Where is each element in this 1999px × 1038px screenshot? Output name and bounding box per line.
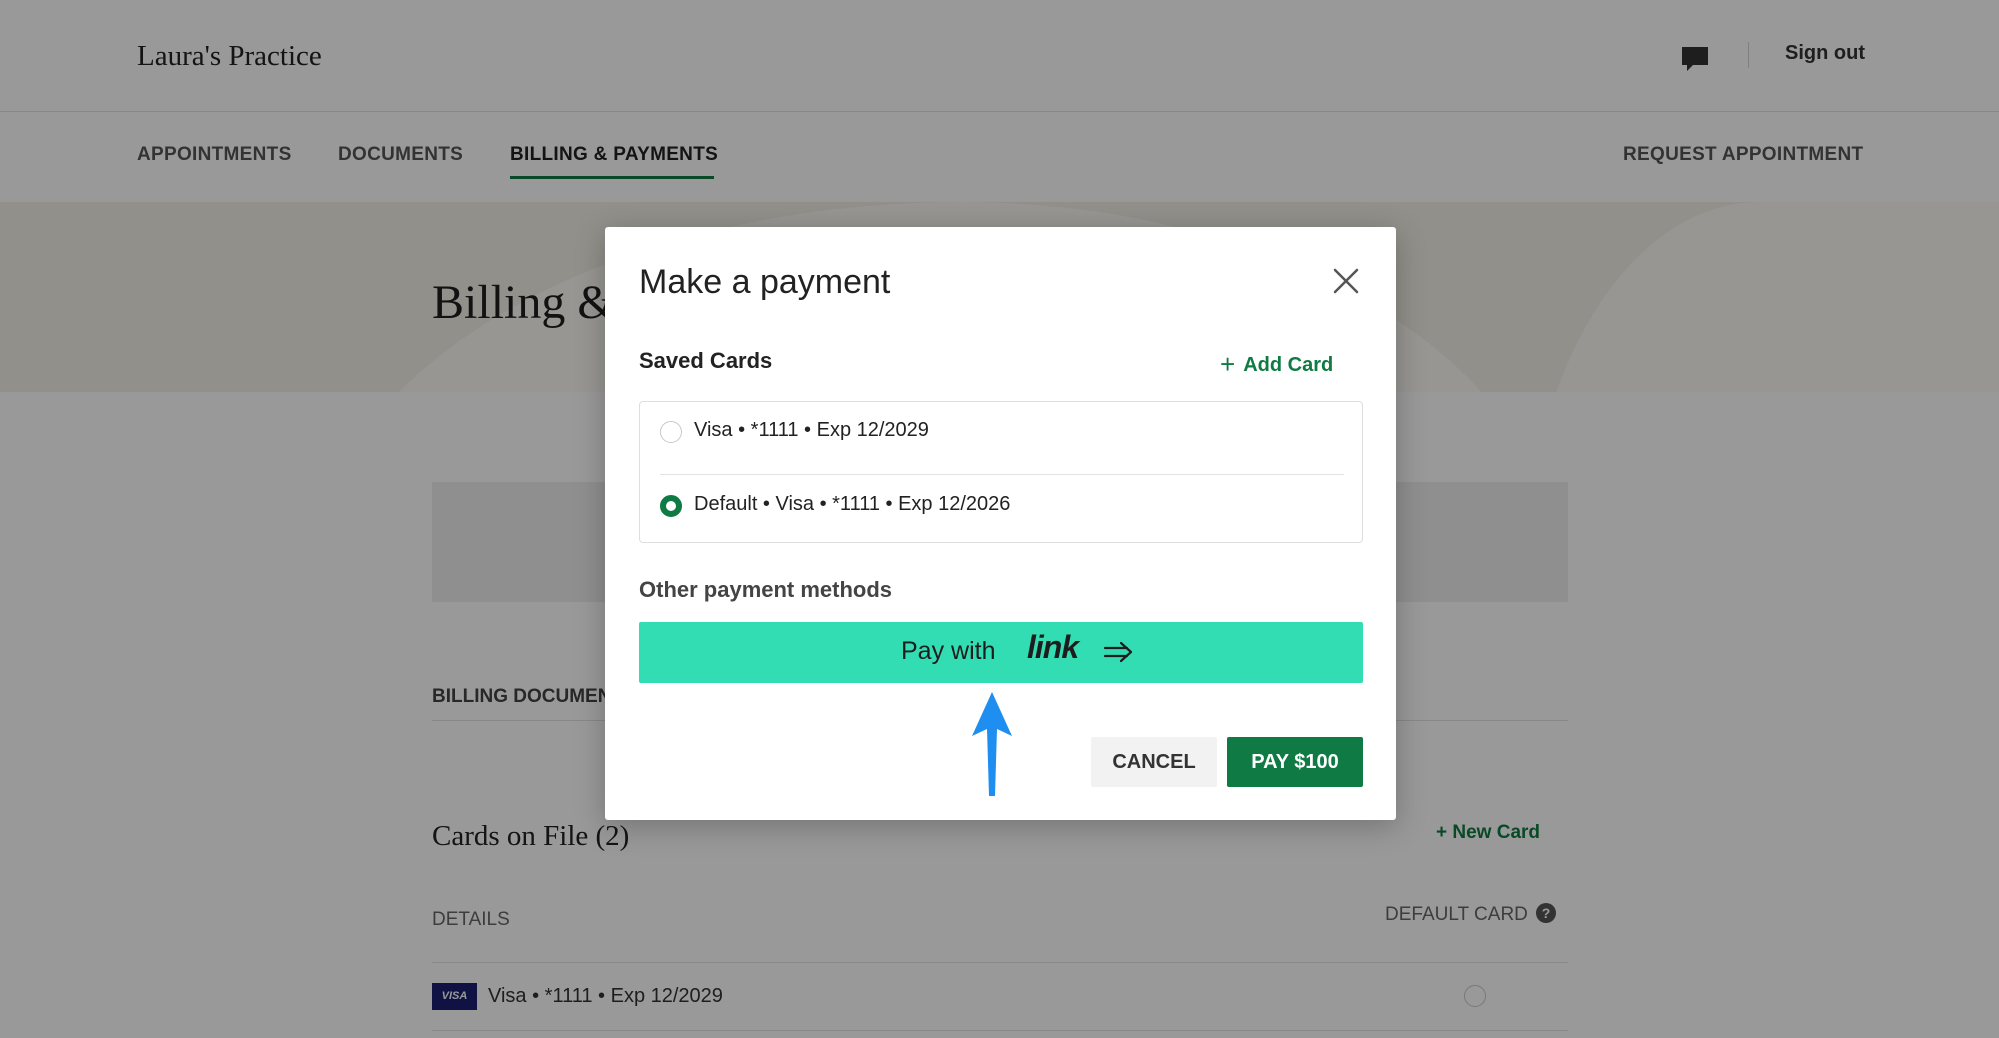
radio-icon[interactable] (660, 421, 682, 443)
saved-card-label: Default • Visa • *1111 • Exp 12/2026 (694, 493, 1011, 515)
pay-with-label: Pay with (901, 637, 996, 665)
close-icon[interactable] (1330, 265, 1362, 297)
pay-button[interactable]: PAY $100 (1227, 737, 1363, 787)
other-payment-methods-label: Other payment methods (639, 577, 893, 602)
plus-icon: + (1220, 349, 1236, 379)
cancel-button[interactable]: CANCEL (1091, 737, 1217, 787)
saved-card-label: Visa • *1111 • Exp 12/2029 (694, 419, 929, 441)
add-card-button[interactable]: + Add Card (1220, 349, 1333, 380)
saved-cards-label: Saved Cards (639, 348, 773, 373)
link-logo: link (1027, 629, 1079, 665)
radio-icon[interactable] (660, 495, 682, 517)
up-arrow-icon (972, 692, 1012, 796)
double-arrow-icon (1103, 641, 1133, 663)
pay-with-link-button[interactable]: Pay with link (639, 622, 1363, 683)
add-card-label: Add Card (1243, 354, 1334, 376)
saved-cards-list: Visa • *1111 • Exp 12/2029 Default • Vis… (639, 401, 1363, 543)
divider (660, 474, 1344, 475)
modal-title: Make a payment (639, 263, 891, 301)
